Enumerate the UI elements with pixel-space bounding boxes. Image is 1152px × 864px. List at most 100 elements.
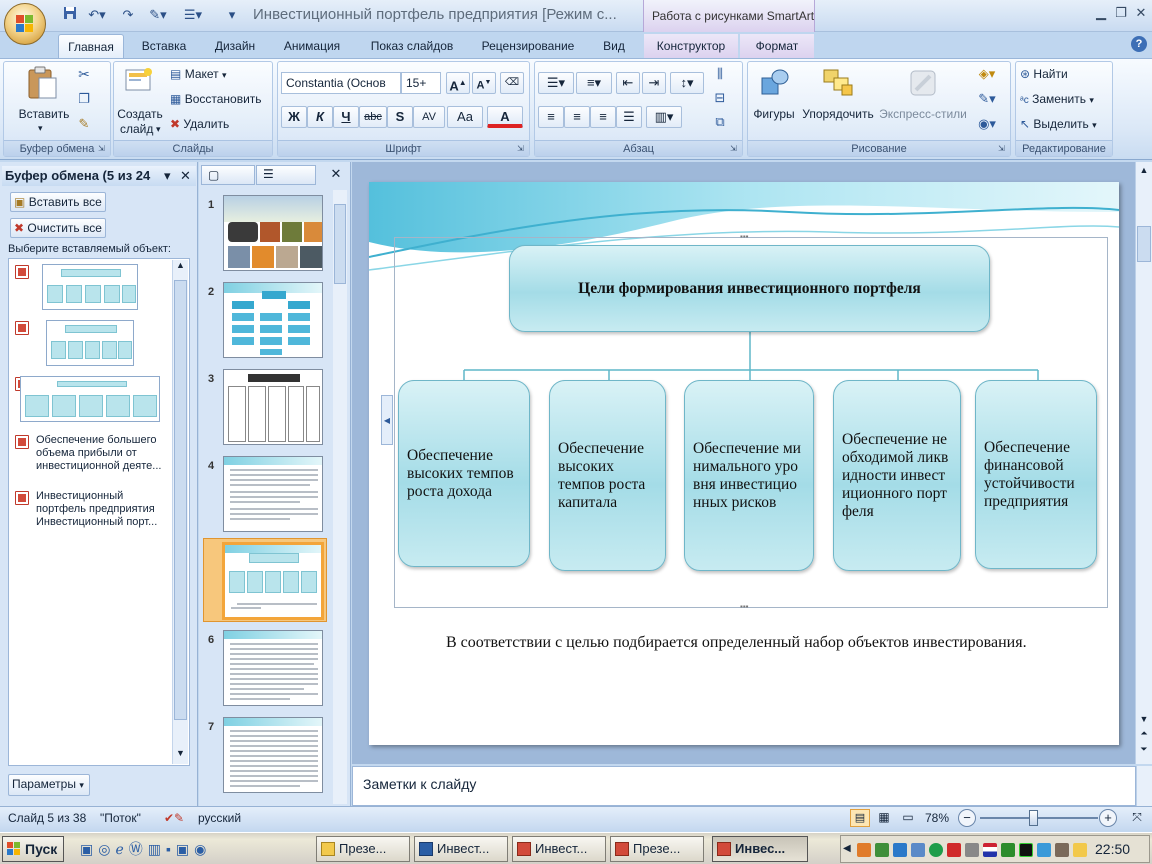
us-flag-icon[interactable]	[983, 843, 997, 857]
prev-slide-icon[interactable]: ⏶	[1136, 728, 1152, 742]
strikethrough-button[interactable]: abc	[359, 106, 387, 128]
next-slide-icon[interactable]: ⏷	[1136, 744, 1152, 758]
language-indicator[interactable]: русский	[198, 811, 241, 825]
paragraph-launcher-icon[interactable]: ⇲	[730, 144, 740, 154]
align-text-icon[interactable]: ⊟	[710, 90, 730, 106]
increase-indent-icon[interactable]: ⇥	[642, 72, 666, 94]
pane-close-icon[interactable]: ✕	[180, 166, 191, 186]
clear-format-icon[interactable]: ⌫	[500, 72, 524, 94]
drawing-launcher-icon[interactable]: ⇲	[998, 144, 1008, 154]
shrink-font-button[interactable]: A▼	[472, 72, 496, 94]
tray-app-icon[interactable]	[947, 843, 961, 857]
close-icon[interactable]: ✕	[1130, 4, 1152, 22]
arrange-button[interactable]: Упорядочить	[800, 64, 876, 134]
font-launcher-icon[interactable]: ⇲	[517, 144, 527, 154]
tray-app-icon[interactable]	[965, 843, 979, 857]
slide-body-text[interactable]: В соответствии с целью подбирается опред…	[406, 632, 1083, 654]
slide-thumbnail-6[interactable]	[223, 630, 323, 706]
char-spacing-button[interactable]: AV	[413, 106, 445, 128]
tab-review[interactable]: Рецензирование	[474, 34, 582, 58]
smartart-goal-node[interactable]: Обеспечение минимального уровня инвестиц…	[684, 380, 814, 571]
decrease-indent-icon[interactable]: ⇤	[616, 72, 640, 94]
minimize-icon[interactable]: ▁	[1090, 4, 1112, 22]
scroll-up-icon[interactable]: ▲	[173, 260, 188, 276]
layout-button[interactable]: ▤ Макет ▾	[170, 66, 227, 83]
scroll-down-icon[interactable]: ▼	[173, 748, 188, 764]
tray-expand-icon[interactable]: ◀	[843, 843, 853, 857]
clipboard-item[interactable]: Обеспечение большего объема прибыли от и…	[12, 432, 170, 476]
slideshow-view-icon[interactable]: ▭	[898, 809, 918, 827]
cut-icon[interactable]: ✂	[76, 66, 92, 83]
slides-pane-scrollbar[interactable]	[333, 190, 347, 804]
grow-font-button[interactable]: A▲	[446, 72, 470, 94]
smartart-goal-node[interactable]: Обеспечение высоких темпов роста дохода	[398, 380, 530, 567]
paste-button[interactable]: Вставить ▾	[14, 64, 72, 134]
clipboard-scrollbar[interactable]: ▲ ▼	[172, 260, 188, 764]
font-color-button[interactable]: A	[487, 106, 523, 128]
tray-app-icon[interactable]	[911, 843, 925, 857]
quick-styles-button[interactable]: Экспресс-стили	[878, 64, 968, 134]
pane-options-icon[interactable]: ▾	[164, 166, 171, 186]
zoom-slider[interactable]	[980, 810, 1098, 826]
shadow-button[interactable]: S	[387, 106, 413, 128]
notes-scrollbar[interactable]	[1136, 766, 1152, 806]
clear-all-button[interactable]: ✖ Очистить все	[10, 218, 106, 238]
clipboard-item[interactable]: Инвестиционный портфель предприятия Инве…	[12, 488, 170, 532]
zoom-slider-thumb[interactable]	[1029, 810, 1038, 826]
select-button[interactable]: ↖ Выделить ▾	[1020, 116, 1097, 133]
frame-handle-top-icon[interactable]: ▪▪▪	[740, 233, 758, 241]
customize-qat-icon[interactable]: ▾	[226, 6, 238, 24]
convert-smartart-icon[interactable]: ⧉	[710, 114, 730, 130]
justify-icon[interactable]: ☰	[616, 106, 642, 128]
speaker-icon[interactable]	[1073, 843, 1087, 857]
taskbar-button[interactable]: Презе...	[610, 836, 704, 862]
find-button[interactable]: ⊛ Найти	[1020, 66, 1068, 82]
font-name-combo[interactable]: Constantia (Основ	[281, 72, 401, 94]
align-right-icon[interactable]: ≡	[590, 106, 616, 128]
scroll-down-icon[interactable]: ▼	[1136, 714, 1152, 728]
tab-home[interactable]: Главная	[58, 34, 124, 58]
scroll-up-icon[interactable]: ▲	[1136, 162, 1152, 178]
text-direction-icon[interactable]: ⫼	[710, 66, 730, 82]
clipboard-options-button[interactable]: Параметры ▾	[8, 774, 90, 796]
tray-app-icon[interactable]	[1055, 843, 1069, 857]
smartart-goal-node[interactable]: Обеспечение необходимой ликвидности инве…	[833, 380, 961, 571]
smartart-root-node[interactable]: Цели формирования инвестиционного портфе…	[509, 245, 990, 332]
new-slide-button[interactable]: Создать слайд ▾	[116, 64, 164, 136]
slide-thumbnail-2[interactable]	[223, 282, 323, 358]
network-icon[interactable]	[1037, 843, 1051, 857]
shapes-button[interactable]: Фигуры	[750, 64, 798, 134]
normal-view-icon[interactable]: ▤	[850, 809, 870, 827]
taskbar-button-active[interactable]: Инвес...	[712, 836, 808, 862]
tab-animation[interactable]: Анимация	[274, 34, 350, 58]
columns-button[interactable]: ▥▾	[646, 106, 682, 128]
tab-view[interactable]: Вид	[594, 34, 634, 58]
italic-button[interactable]: К	[307, 106, 333, 128]
notes-pane[interactable]: Заметки к слайду	[352, 766, 1136, 806]
spellcheck-icon[interactable]: ✔✎	[164, 811, 184, 825]
redo-icon[interactable]: ↷	[120, 6, 136, 24]
office-button[interactable]	[4, 3, 46, 45]
frame-handle-bottom-icon[interactable]: ▪▪▪	[740, 603, 758, 611]
restore-icon[interactable]: ❐	[1110, 4, 1132, 22]
format-painter-icon[interactable]: ✎	[76, 116, 92, 132]
fit-to-window-icon[interactable]: ⤧	[1128, 809, 1146, 827]
help-icon[interactable]: ?	[1131, 36, 1147, 52]
slides-scroll-thumb[interactable]	[334, 204, 346, 284]
shape-effects-icon[interactable]: ◉▾	[970, 116, 1004, 132]
clipboard-scroll-thumb[interactable]	[174, 280, 187, 720]
slide-scroll-thumb[interactable]	[1137, 226, 1151, 262]
bullets-button[interactable]: ☰▾	[538, 72, 574, 94]
reset-button[interactable]: ▦ Восстановить	[170, 91, 262, 107]
zoom-level[interactable]: 78%	[925, 811, 949, 825]
tray-app-icon[interactable]	[893, 843, 907, 857]
tab-insert[interactable]: Вставка	[132, 34, 196, 58]
slide-thumbnail-4[interactable]	[223, 456, 323, 532]
tab-smartart-design[interactable]: Конструктор	[644, 34, 738, 58]
slide-thumbnail-3[interactable]	[223, 369, 323, 445]
tray-app-icon[interactable]	[929, 843, 943, 857]
align-left-icon[interactable]: ≡	[538, 106, 564, 128]
undo-icon[interactable]: ↶▾	[86, 6, 108, 24]
tray-app-icon[interactable]	[1001, 843, 1015, 857]
taskbar-button[interactable]: Инвест...	[414, 836, 508, 862]
